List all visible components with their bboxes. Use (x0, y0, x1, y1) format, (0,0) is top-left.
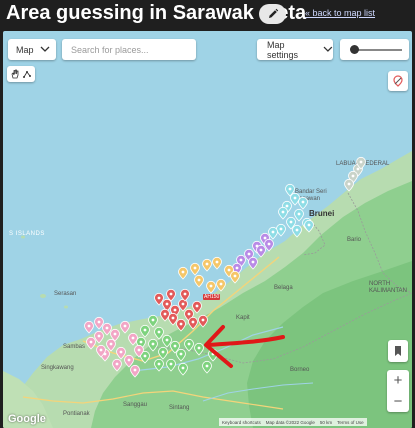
map-footer: Keyboard shortcuts Map data ©2022 Google… (219, 418, 367, 426)
map-settings-dropdown[interactable]: Map settings (257, 39, 333, 60)
header-bar: Area guessing in Sarawak meta « back to … (0, 0, 415, 30)
edit-button[interactable] (259, 4, 286, 24)
draw-line-icon[interactable] (22, 69, 32, 79)
chevron-down-icon (40, 46, 49, 52)
map-data-attribution: Map data ©2022 Google (265, 419, 315, 425)
street-view-pegman[interactable] (388, 340, 408, 362)
layers-button[interactable] (388, 71, 408, 91)
map-type-label: Map (16, 44, 34, 55)
pegman-icon (395, 346, 401, 356)
slider-knob[interactable] (350, 45, 359, 54)
scale-label: 50 km (319, 419, 333, 425)
map-type-dropdown[interactable]: Map (8, 39, 56, 60)
opacity-slider[interactable] (340, 39, 409, 60)
zoom-in-button[interactable]: + (394, 372, 403, 389)
zoom-out-button[interactable]: − (394, 393, 403, 410)
search-input[interactable]: Search for places... (62, 39, 196, 60)
pencil-icon (268, 8, 278, 18)
zoom-controls: + − (387, 370, 409, 412)
map-settings-label: Map settings (267, 39, 299, 60)
map-view[interactable]: LABUAN FEDERAL Bandar Seri Begawan Brune… (3, 31, 412, 428)
red-arrow-annotation (204, 325, 285, 368)
slider-track (352, 49, 402, 51)
drawing-tools (7, 66, 35, 82)
layers-icon (393, 75, 403, 87)
chevron-down-icon (323, 46, 333, 52)
terms-of-use-link[interactable]: Terms of Use (337, 420, 364, 425)
keyboard-shortcuts-link[interactable]: Keyboard shortcuts (222, 420, 261, 425)
google-logo: Google (8, 413, 46, 425)
hand-icon[interactable] (10, 69, 20, 79)
back-to-map-list-link[interactable]: « back to map list (305, 8, 375, 18)
